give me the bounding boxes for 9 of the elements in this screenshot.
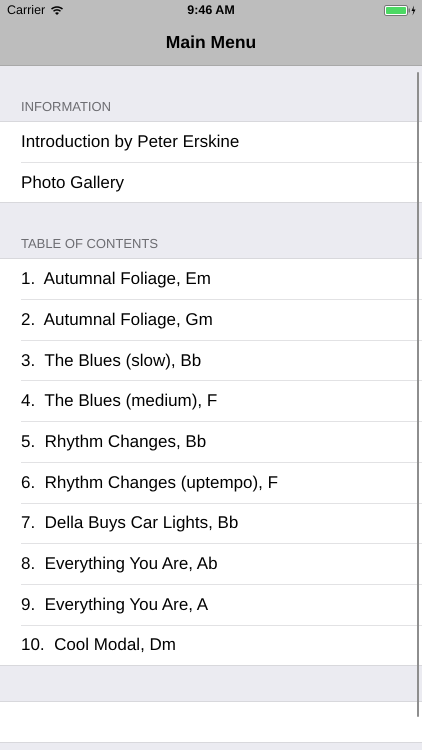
nav-title: Main Menu bbox=[166, 32, 256, 53]
battery-icon bbox=[384, 4, 416, 16]
status-time: 9:46 AM bbox=[186, 3, 236, 17]
section-header: INFORMATION bbox=[21, 99, 112, 114]
menu-row[interactable]: Introduction by Peter Erskine bbox=[21, 122, 422, 162]
section-header: TABLE OF CONTENTS bbox=[21, 236, 158, 252]
carrier-label: Carrier bbox=[7, 3, 46, 17]
wifi-icon bbox=[50, 5, 64, 15]
menu-row[interactable]: 1. Autumnal Foliage, Em bbox=[21, 259, 422, 300]
